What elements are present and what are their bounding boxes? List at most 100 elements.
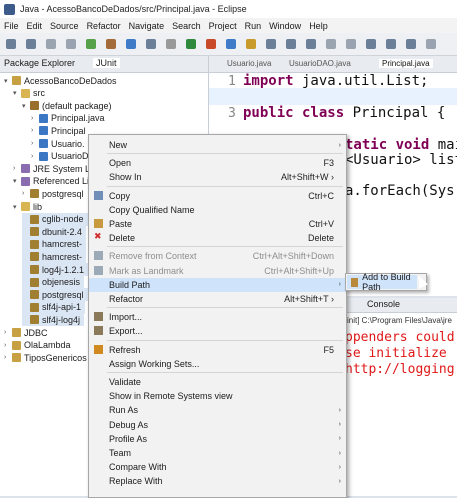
tree-expand-arrow-icon[interactable]: ▾ xyxy=(13,89,21,97)
menu-navigate[interactable]: Navigate xyxy=(125,21,169,31)
tree-item[interactable]: › Principal xyxy=(31,124,86,137)
toolbar-button-icon[interactable] xyxy=(66,39,76,49)
menu-search[interactable]: Search xyxy=(168,21,205,31)
menu-file[interactable]: File xyxy=(0,21,23,31)
toolbar-button-icon[interactable] xyxy=(306,39,316,49)
tab-package-explorer[interactable]: Package Explorer xyxy=(4,58,75,68)
tree-item[interactable]: hamcrest- xyxy=(22,237,87,251)
tree-item[interactable]: › UsuarioD xyxy=(31,150,89,163)
tab-junit[interactable]: JUnit xyxy=(93,58,120,68)
tree-item[interactable]: ▾ src xyxy=(13,87,45,100)
menu-item-debug-as[interactable]: Debug As › xyxy=(89,418,346,432)
tree-expand-arrow-icon[interactable]: › xyxy=(31,153,39,160)
menu-item-profile-as[interactable]: Profile As › xyxy=(89,432,346,446)
tree-item[interactable]: › Usuario. xyxy=(31,137,85,150)
menu-item-show-in[interactable]: Show In Alt+Shift+W › xyxy=(89,170,346,184)
toolbar-button-icon[interactable] xyxy=(146,39,156,49)
add-to-build-path-item[interactable]: Add to Build Path xyxy=(347,272,417,292)
tree-item[interactable]: ▾ Referenced Li xyxy=(13,175,89,188)
menu-item-show-in-remote-systems-view[interactable]: Show in Remote Systems view xyxy=(89,389,346,403)
menu-item-paste[interactable]: Paste Ctrl+V xyxy=(89,217,346,231)
menu-item-validate[interactable]: Validate xyxy=(89,375,346,389)
menu-item-refactor[interactable]: Refactor Alt+Shift+T › xyxy=(89,292,346,306)
menu-item-new[interactable]: New › xyxy=(89,138,346,152)
menu-item-export[interactable]: Export... xyxy=(89,324,346,338)
tree-item[interactable]: cglib-node xyxy=(22,212,88,226)
tree-expand-arrow-icon[interactable]: ▾ xyxy=(13,203,21,211)
menu-item-compare-with[interactable]: Compare With › xyxy=(89,460,346,474)
tree-item[interactable]: › JDBC xyxy=(4,326,48,339)
toolbar-button-icon[interactable] xyxy=(106,39,116,49)
menu-item-assign-working-sets[interactable]: Assign Working Sets... xyxy=(89,357,346,371)
menu-run[interactable]: Run xyxy=(241,21,266,31)
tree-item[interactable]: ▾ (default package) xyxy=(22,99,112,112)
menu-item-mark-as-landmark[interactable]: Mark as Landmark Ctrl+Alt+Shift+Up xyxy=(89,264,346,278)
tree-expand-arrow-icon[interactable]: › xyxy=(31,140,39,147)
editor-tab[interactable]: UsuarioDAO.java xyxy=(289,59,351,68)
tree-item[interactable]: › TiposGenericos xyxy=(4,351,87,364)
menu-item-open[interactable]: Open F3 xyxy=(89,156,346,170)
toolbar-button-icon[interactable] xyxy=(266,39,276,49)
menu-help[interactable]: Help xyxy=(305,21,332,31)
toolbar-button-icon[interactable] xyxy=(326,39,336,49)
tree-item[interactable]: ▾ AcessoBancoDeDados xyxy=(4,74,117,87)
tab-console[interactable]: Console xyxy=(367,299,400,309)
toolbar-button-icon[interactable] xyxy=(6,39,16,49)
menu-item-replace-with[interactable]: Replace With › xyxy=(89,474,346,488)
tree-expand-arrow-icon[interactable]: ▾ xyxy=(4,77,12,85)
tree-expand-arrow-icon[interactable]: ▾ xyxy=(22,102,30,110)
tree-item[interactable]: slf4j-api-1 xyxy=(22,300,86,314)
tree-item[interactable]: objenesis xyxy=(22,275,85,289)
tree-expand-arrow-icon[interactable]: › xyxy=(31,127,39,134)
toolbar-button-icon[interactable] xyxy=(386,39,396,49)
tree-expand-arrow-icon[interactable]: › xyxy=(13,165,21,172)
tree-expand-arrow-icon[interactable]: › xyxy=(4,329,12,336)
menu-item-remove-from-context[interactable]: Remove from Context Ctrl+Alt+Shift+Down xyxy=(89,249,346,263)
toolbar-button-icon[interactable] xyxy=(226,39,236,49)
toolbar-button-icon[interactable] xyxy=(126,39,136,49)
console-view[interactable] xyxy=(345,298,457,496)
tree-item[interactable]: › Principal.java xyxy=(31,112,105,125)
tree-expand-arrow-icon[interactable]: › xyxy=(4,354,12,361)
toolbar-button-icon[interactable] xyxy=(166,39,176,49)
menu-item-refresh[interactable]: Refresh F5 xyxy=(89,343,346,357)
menu-item-run-as[interactable]: Run As › xyxy=(89,403,346,417)
editor-tab[interactable]: Principal.java xyxy=(379,59,433,68)
tree-item[interactable]: dbunit-2.4 xyxy=(22,225,87,239)
menu-item-build-path[interactable]: Build Path › xyxy=(89,277,346,292)
menu-edit[interactable]: Edit xyxy=(23,21,47,31)
menu-item-delete[interactable]: ✖ Delete Delete xyxy=(89,231,346,245)
tree-item[interactable]: › JRE System L xyxy=(13,162,90,175)
tree-item[interactable]: hamcrest- xyxy=(22,250,87,264)
tree-item[interactable]: ▾ lib xyxy=(13,200,42,213)
toolbar-button-icon[interactable] xyxy=(286,39,296,49)
tree-item[interactable]: log4j-1.2.1 xyxy=(22,263,89,276)
tree-item[interactable]: slf4j-log4j xyxy=(22,313,85,327)
toolbar-button-icon[interactable] xyxy=(366,39,376,49)
toolbar-button-icon[interactable] xyxy=(86,39,96,49)
menu-item-team[interactable]: Team › xyxy=(89,446,346,460)
tree-expand-arrow-icon[interactable]: › xyxy=(4,342,12,349)
tree-expand-arrow-icon[interactable]: › xyxy=(31,115,39,122)
toolbar-button-icon[interactable] xyxy=(346,39,356,49)
toolbar-button-icon[interactable] xyxy=(46,39,56,49)
toolbar-button-icon[interactable] xyxy=(246,39,256,49)
toolbar-button-icon[interactable] xyxy=(406,39,416,49)
editor-tab[interactable]: Usuario.java xyxy=(227,59,271,68)
toolbar-button-icon[interactable] xyxy=(186,39,196,49)
toolbar-button-icon[interactable] xyxy=(426,39,436,49)
menu-source[interactable]: Source xyxy=(46,21,83,31)
menu-item-import[interactable]: Import... xyxy=(89,310,346,324)
tree-item[interactable]: › OlaLambda xyxy=(4,339,71,352)
menu-project[interactable]: Project xyxy=(205,21,241,31)
tree-item[interactable]: postgresql xyxy=(22,288,88,302)
menu-window[interactable]: Window xyxy=(265,21,305,31)
toolbar-button-icon[interactable] xyxy=(206,39,216,49)
tree-expand-arrow-icon[interactable]: ▾ xyxy=(13,177,21,185)
menu-refactor[interactable]: Refactor xyxy=(83,21,125,31)
toolbar-button-icon[interactable] xyxy=(26,39,36,49)
tree-item[interactable]: › postgresql xyxy=(22,187,84,200)
menu-item-copy[interactable]: Copy Ctrl+C xyxy=(89,189,346,203)
tree-expand-arrow-icon[interactable]: › xyxy=(22,190,30,197)
menu-item-copy-qualified-name[interactable]: Copy Qualified Name xyxy=(89,203,346,217)
